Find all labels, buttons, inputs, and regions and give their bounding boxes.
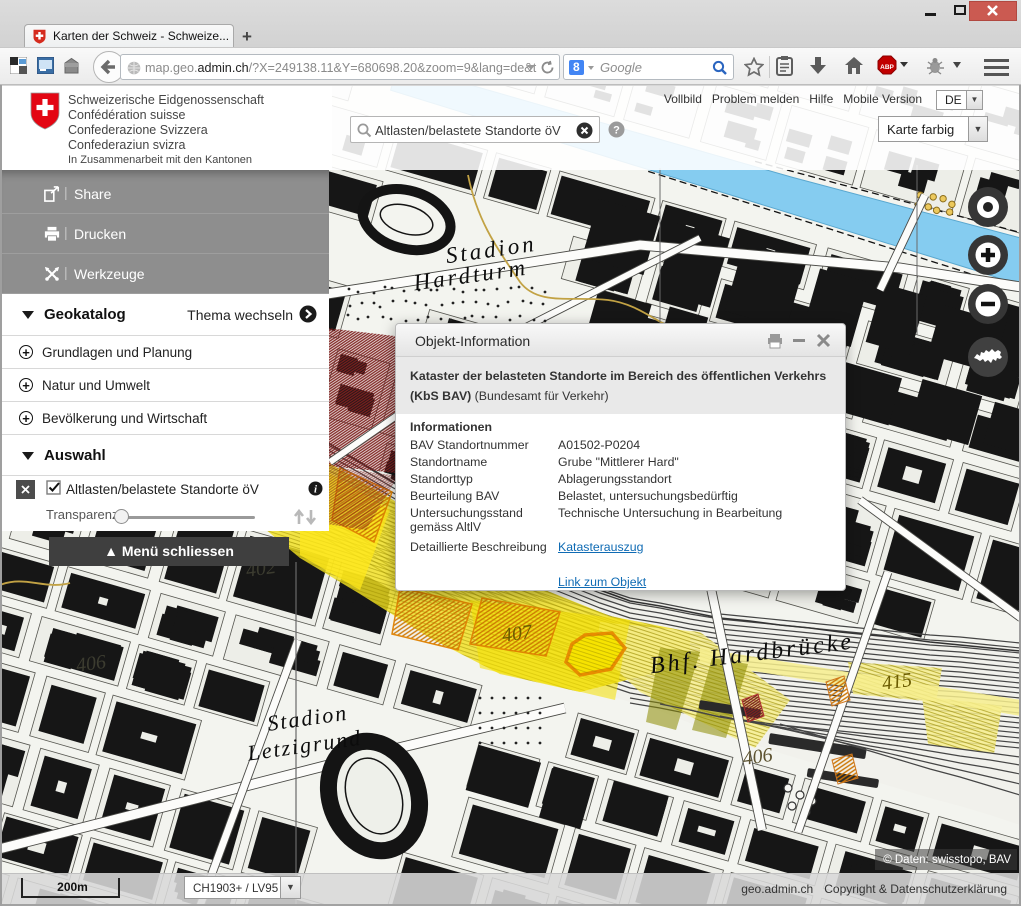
svg-text:ABP: ABP xyxy=(880,64,894,71)
svg-text:406: 406 xyxy=(741,744,774,770)
svg-text:415: 415 xyxy=(881,669,914,695)
svg-text:406: 406 xyxy=(75,651,108,677)
svg-text:407: 407 xyxy=(501,621,535,647)
svg-text:?: ? xyxy=(613,125,620,137)
